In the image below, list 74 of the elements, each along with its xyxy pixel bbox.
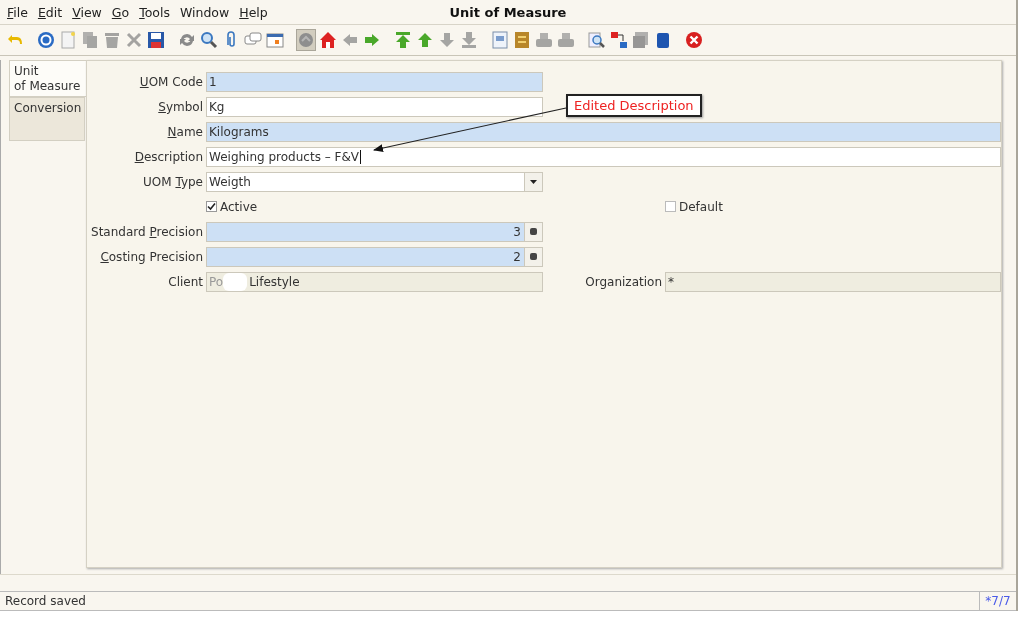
first-icon: [394, 31, 412, 49]
menu-item[interactable]: Go: [111, 4, 130, 20]
home-button[interactable]: [318, 29, 338, 51]
menu-item[interactable]: Edit: [37, 4, 63, 20]
down-icon: [438, 31, 456, 49]
help-button[interactable]: [36, 29, 56, 51]
save-icon: [147, 31, 165, 49]
input-field[interactable]: *: [665, 271, 1001, 292]
right-icon: [363, 31, 381, 49]
calculator-button[interactable]: [524, 247, 542, 266]
archive-button[interactable]: [512, 29, 532, 51]
input-field[interactable]: Weighing products – F&V: [206, 146, 1001, 167]
checkbox[interactable]: Active: [206, 199, 543, 214]
new-icon: [59, 31, 77, 49]
square-icon: [530, 228, 537, 235]
input-field[interactable]: 2: [206, 246, 543, 267]
window-title: Unit of Measure: [449, 4, 567, 20]
dropdown-field[interactable]: Weigth: [206, 171, 543, 192]
copy-icon: [81, 31, 99, 49]
close-button[interactable]: [684, 29, 704, 51]
find-button[interactable]: [199, 29, 219, 51]
help-icon: [37, 31, 55, 49]
input-field[interactable]: 3: [206, 221, 543, 242]
field-label: UOM Code: [138, 74, 203, 89]
field-label: Symbol: [157, 99, 203, 114]
print-icon: [557, 31, 575, 49]
history-button[interactable]: [296, 29, 316, 51]
status-message: Record saved: [0, 592, 980, 610]
zoom-button[interactable]: [587, 29, 607, 51]
find-icon: [200, 31, 218, 49]
home-icon: [319, 31, 337, 49]
report-button[interactable]: [490, 29, 510, 51]
menu-item[interactable]: Help: [239, 4, 268, 20]
first-button[interactable]: [393, 29, 413, 51]
input-field[interactable]: Kilograms: [206, 121, 1001, 142]
left-icon: [341, 31, 359, 49]
workflow-icon: [610, 31, 628, 49]
print-icon: [535, 31, 553, 49]
up-icon: [416, 31, 434, 49]
input-field[interactable]: 1: [206, 71, 543, 92]
delete-icon: [103, 31, 121, 49]
field-label: Costing Precision: [99, 249, 203, 264]
square-icon: [530, 253, 537, 260]
record-counter: *7/7: [984, 593, 1012, 610]
field-label: Client: [167, 274, 203, 289]
field-label: Description: [133, 149, 203, 164]
input-field[interactable]: Kg: [206, 96, 543, 117]
checkbox[interactable]: Default: [665, 199, 1001, 214]
refresh-icon: [178, 31, 196, 49]
zoom-icon: [588, 31, 606, 49]
field-label: Standard Precision: [90, 224, 203, 239]
check-icon: [207, 202, 216, 211]
save-button[interactable]: [146, 29, 166, 51]
field-label: UOM Type: [142, 174, 203, 189]
tab[interactable]: Unit of Measure: [9, 60, 89, 97]
calendar-icon: [266, 31, 284, 49]
menu-item[interactable]: Window: [179, 4, 230, 20]
tab[interactable]: Conversion: [9, 97, 85, 141]
input-field[interactable]: Po Lifestyle: [206, 271, 543, 292]
menu-item[interactable]: View: [72, 4, 102, 20]
archive-icon: [513, 31, 531, 49]
close-icon: [685, 31, 703, 49]
annotation-callout: Edited Description: [566, 94, 702, 117]
report-icon: [491, 31, 509, 49]
history-icon: [297, 31, 315, 49]
menu-item[interactable]: Tools: [139, 4, 170, 20]
field-label: Organization: [584, 274, 662, 289]
menu-item[interactable]: File: [7, 4, 28, 20]
workflow-button[interactable]: [609, 29, 629, 51]
cross-icon: [125, 31, 143, 49]
field-label: Name: [166, 124, 203, 139]
last-icon: [460, 31, 478, 49]
box-icon: [654, 31, 672, 49]
calculator-button[interactable]: [524, 222, 542, 241]
